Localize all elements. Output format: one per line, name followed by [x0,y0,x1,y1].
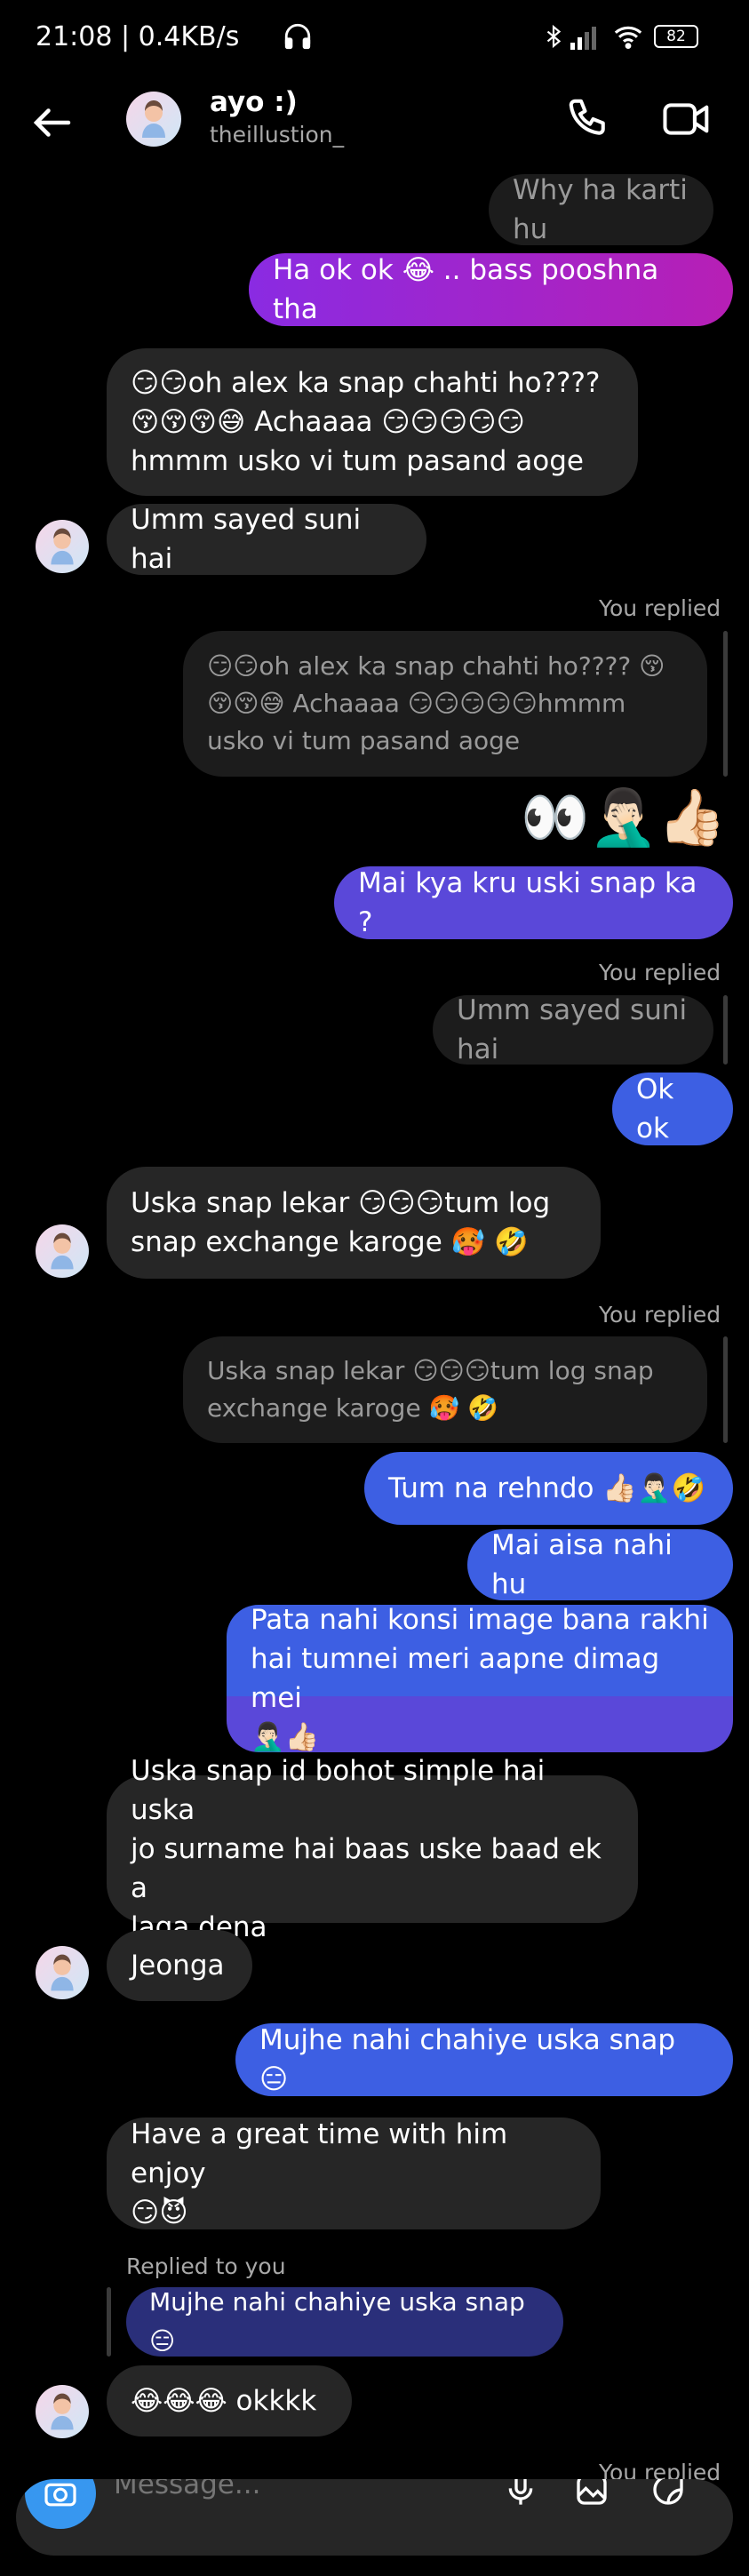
reply-quote-bubble[interactable]: 😏😏oh alex ka snap chahti ho???? 😚 😚😚😅 Ac… [183,631,707,777]
message-bubble[interactable]: 😏😏oh alex ka snap chahti ho???? 😚😚😚😅 Ach… [107,348,638,496]
message-bubble[interactable]: Mai aisa nahi hu [467,1529,733,1600]
reply-bar [723,631,728,777]
sender-avatar[interactable] [36,1946,89,1999]
message-bubble[interactable]: Jeonga [107,1930,252,2001]
reply-label: You replied [599,960,721,985]
reply-quote-bubble[interactable]: Umm sayed suni hai [433,994,713,1065]
reply-label: You replied [599,595,721,621]
message-list[interactable]: Why ha karti hu Ha ok ok 😂 .. bass poosh… [0,0,749,2576]
emoji-reaction[interactable]: 👀🤦🏻‍♂️👍🏻 [521,782,727,853]
message-bubble[interactable]: Ha ok ok 😂 .. bass pooshna tha [249,253,733,326]
reply-label: Replied to you [126,2253,286,2279]
message-composer[interactable] [16,2479,733,2556]
message-input[interactable] [112,2479,489,2508]
message-bubble[interactable]: 😂😂😂 okkkk [107,2365,352,2436]
message-bubble[interactable]: Why ha karti hu [489,174,713,245]
reply-quote-bubble[interactable]: Mujhe nahi chahiye uska snap 😑 [126,2287,563,2357]
message-bubble[interactable]: Uska snap id bohot simple hai uska jo su… [107,1755,638,1943]
message-bubble[interactable]: Umm sayed suni hai [107,504,426,575]
reply-label: You replied [599,1302,721,1328]
microphone-icon[interactable] [503,2479,538,2508]
message-bubble[interactable]: Have a great time with him enjoy 😏😈 [107,2117,601,2229]
reply-bar [723,995,728,1065]
reply-bar [107,2287,111,2357]
reply-bar [723,1336,728,1443]
gallery-icon[interactable] [572,2479,611,2508]
reply-quote-bubble[interactable]: Uska snap lekar 😏😏😏tum log snap exchange… [183,1336,707,1443]
sender-avatar[interactable] [36,520,89,573]
sender-avatar[interactable] [36,2385,89,2438]
sticker-icon[interactable] [649,2479,688,2508]
sender-avatar[interactable] [36,1224,89,1278]
message-bubble[interactable]: Pata nahi konsi image bana rakhi hai tum… [227,1604,733,1753]
camera-button[interactable] [25,2479,96,2529]
message-bubble[interactable]: Uska snap lekar 😏😏😏tum log snap exchange… [107,1167,601,1279]
message-bubble[interactable]: Ok ok [612,1073,733,1145]
message-bubble[interactable]: Tum na rehndo 👍🏻🤦🏻‍♂️🤣 [364,1452,733,1525]
message-bubble[interactable]: Mujhe nahi chahiye uska snap 😑 [235,2023,733,2096]
message-bubble[interactable]: Mai kya kru uski snap ka ? [334,866,733,939]
